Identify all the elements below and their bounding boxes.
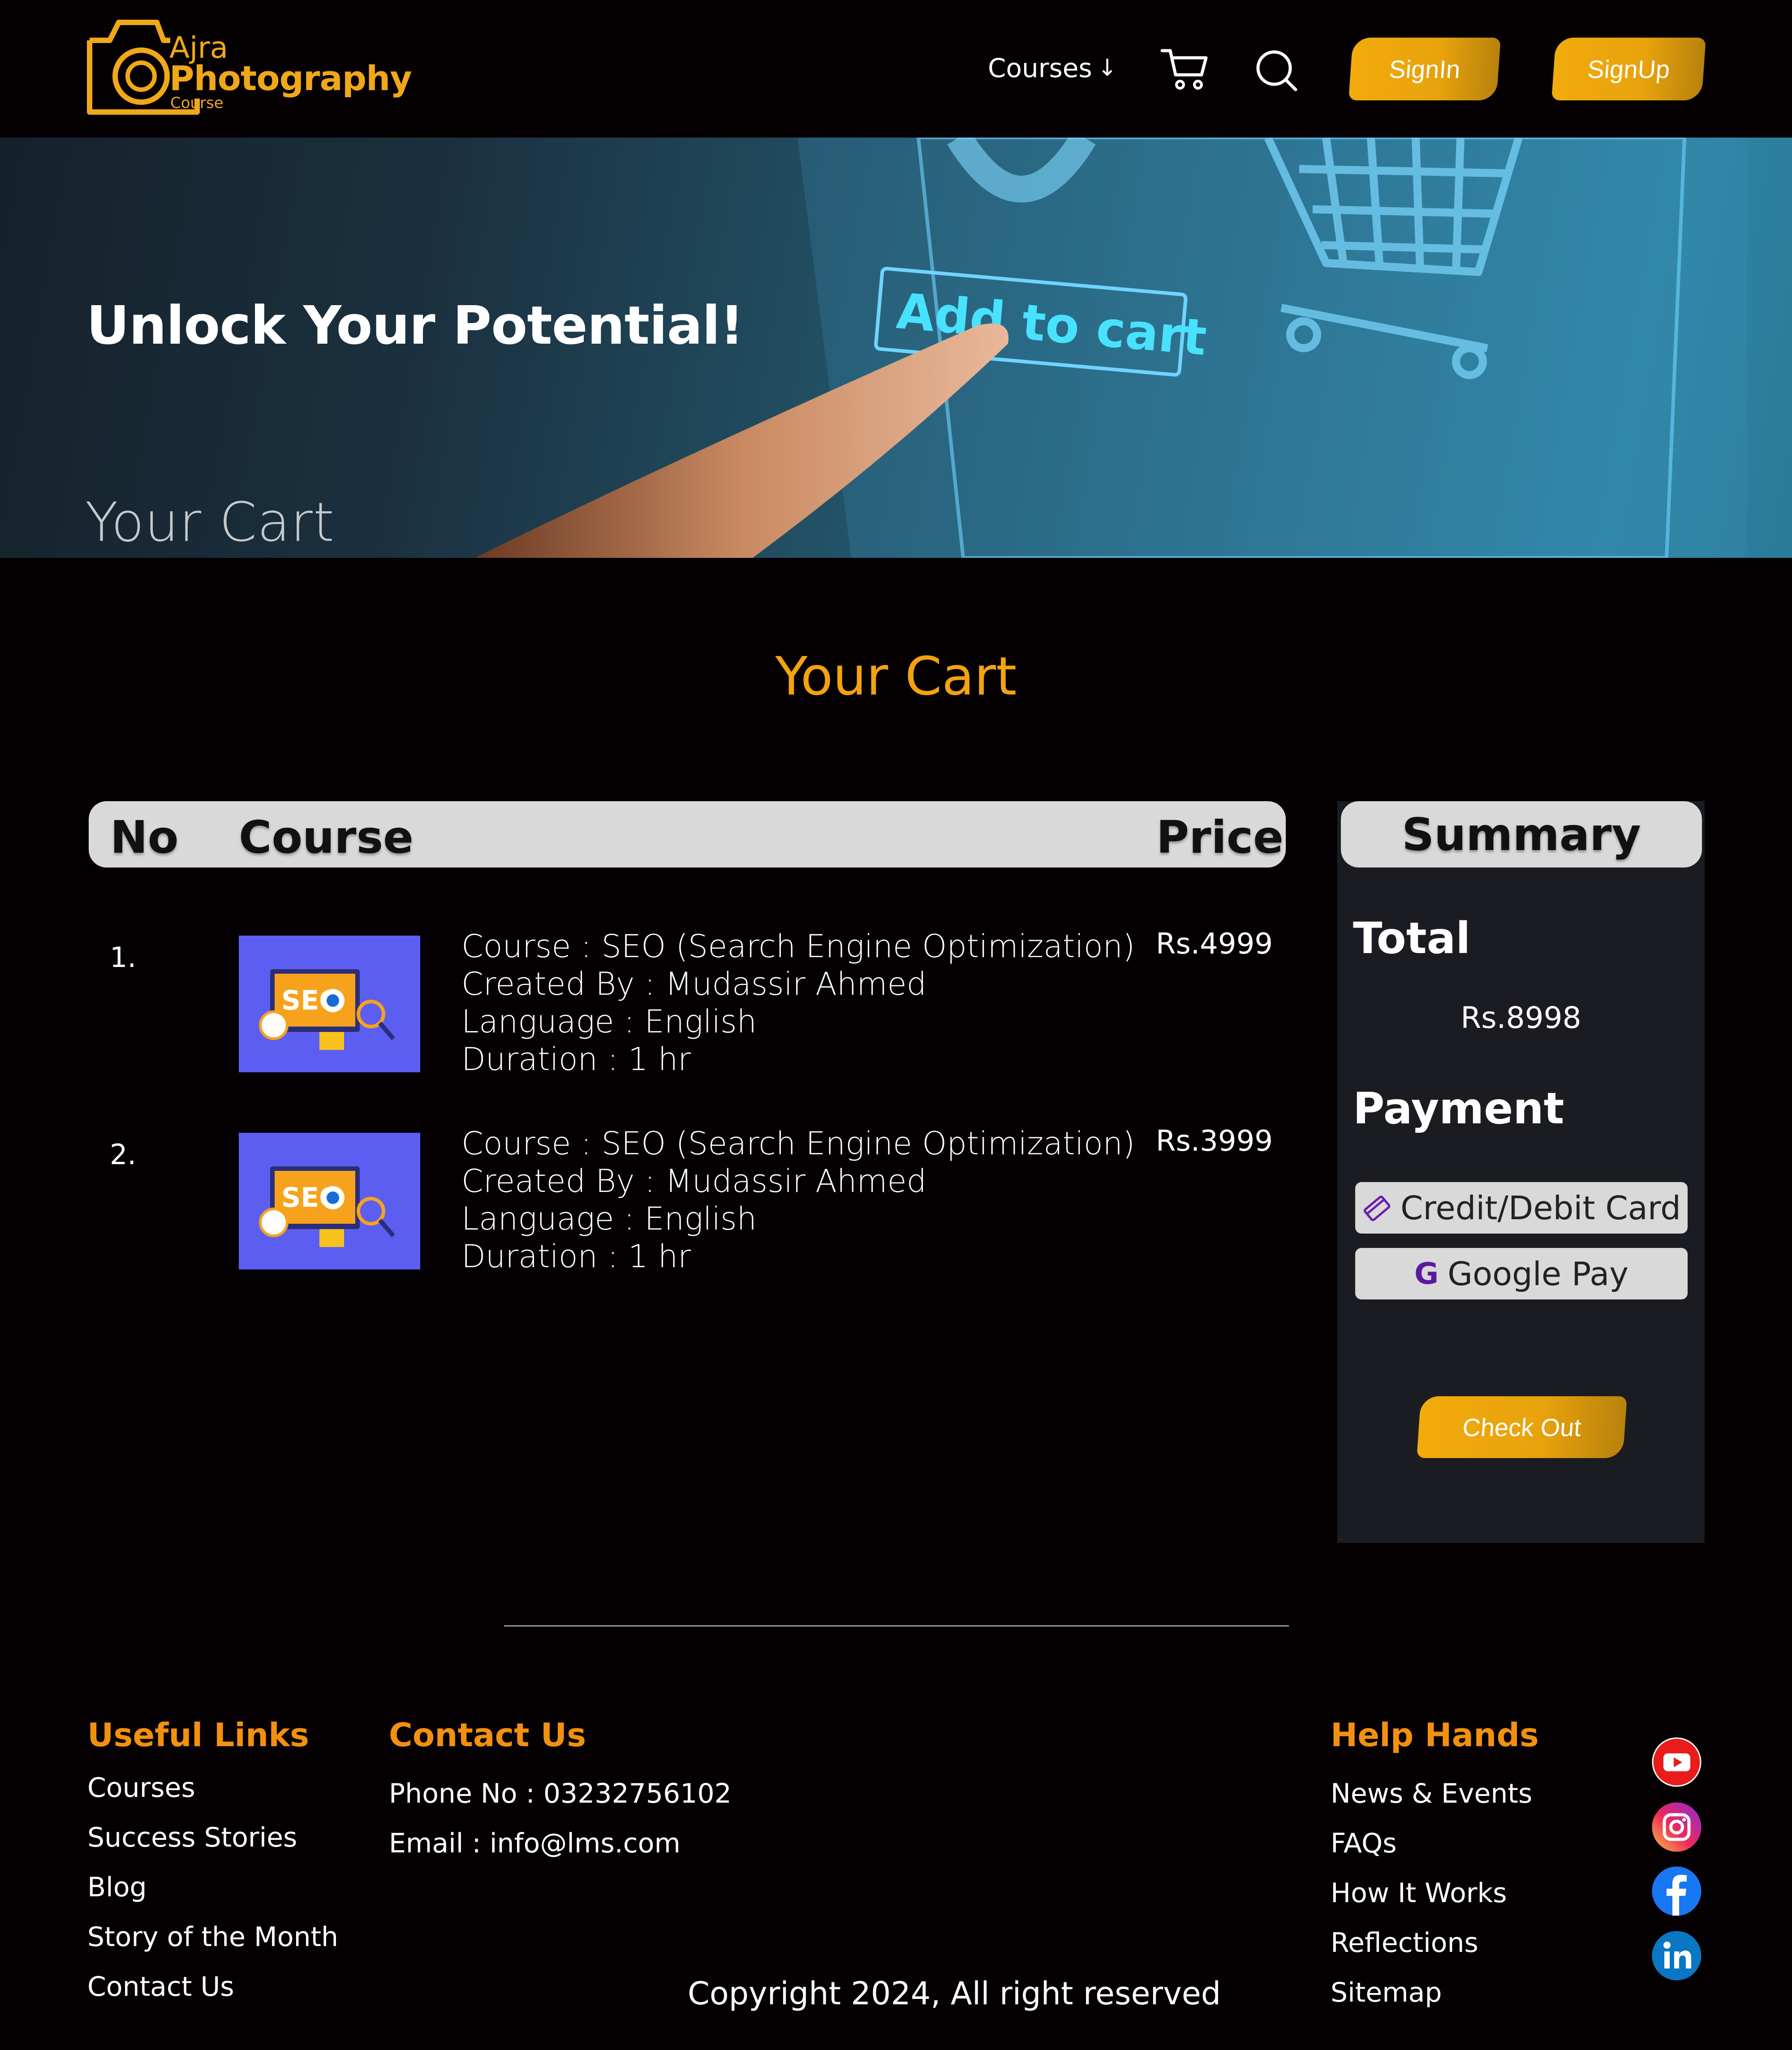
- column-header-course: Course: [239, 811, 414, 863]
- payment-option-google-pay[interactable]: G Google Pay: [1355, 1248, 1688, 1299]
- hero-title: Unlock Your Potential!: [86, 294, 744, 356]
- footer-link-contact-us[interactable]: Contact Us: [87, 1971, 338, 2021]
- site-logo[interactable]: Ajra Photography Course: [85, 9, 412, 125]
- logo-text-course: Course: [170, 94, 224, 112]
- signin-button[interactable]: SignIn: [1348, 38, 1501, 100]
- footer-link-courses[interactable]: Courses: [87, 1772, 338, 1822]
- row-number: 2.: [110, 1138, 137, 1171]
- summary-title: Summary: [1402, 808, 1641, 861]
- course-author: Created By : Mudassir Ahmed: [461, 1163, 927, 1200]
- footer-heading-help: Help Hands: [1331, 1716, 1539, 1754]
- footer-link-story-of-the-month[interactable]: Story of the Month: [87, 1921, 338, 1971]
- footer-divider: [504, 1625, 1289, 1627]
- row-number: 1.: [110, 941, 137, 974]
- arrow-down-icon: ↓: [1097, 55, 1117, 82]
- course-price: Rs.4999: [1156, 928, 1273, 961]
- card-icon: [1362, 1195, 1391, 1221]
- footer-useful-links: Courses Success Stories Blog Story of th…: [87, 1772, 338, 2021]
- course-name[interactable]: Course : SEO (Search Engine Optimization…: [461, 928, 1135, 965]
- payment-label: Payment: [1353, 1083, 1564, 1134]
- checkout-button[interactable]: Check Out: [1417, 1396, 1627, 1458]
- total-label: Total: [1353, 913, 1471, 963]
- course-duration: Duration : 1 hr: [461, 1041, 691, 1078]
- linkedin-icon[interactable]: [1651, 1930, 1702, 1981]
- signup-button[interactable]: SignUp: [1551, 38, 1706, 100]
- footer-heading-contact: Contact Us: [389, 1716, 586, 1754]
- column-header-price: Price: [1156, 811, 1284, 863]
- google-icon: G: [1414, 1256, 1439, 1291]
- search-icon[interactable]: [1254, 48, 1299, 93]
- footer-heading-useful-links: Useful Links: [87, 1716, 310, 1754]
- course-duration: Duration : 1 hr: [461, 1238, 691, 1275]
- footer-link-reflections[interactable]: Reflections: [1331, 1927, 1532, 1977]
- course-language: Language : English: [461, 1003, 757, 1040]
- footer-contact-info: Phone No : 03232756102 Email : info@lms.…: [389, 1778, 732, 1877]
- cart-table-header: No Course Price: [89, 801, 1286, 867]
- total-value: Rs.8998: [1460, 1001, 1581, 1035]
- footer-link-news-events[interactable]: News & Events: [1331, 1778, 1532, 1828]
- cart-row: 1. SEO Course : SEO (Search Engine Optim…: [0, 928, 1299, 1078]
- hero-subtitle: Your Cart: [85, 492, 335, 554]
- payment-option-card[interactable]: Credit/Debit Card: [1355, 1182, 1688, 1234]
- payment-option-label: Credit/Debit Card: [1400, 1189, 1681, 1227]
- course-thumbnail[interactable]: SEO: [239, 936, 420, 1072]
- order-summary-panel: Summary Total Rs.8998 Payment Credit/Deb…: [1337, 801, 1705, 1543]
- nav-courses-dropdown[interactable]: Courses ↓: [988, 53, 1117, 83]
- summary-header: Summary: [1341, 801, 1702, 867]
- footer-link-sitemap[interactable]: Sitemap: [1331, 1977, 1532, 2027]
- footer-link-faqs[interactable]: FAQs: [1331, 1828, 1532, 1877]
- course-name[interactable]: Course : SEO (Search Engine Optimization…: [461, 1125, 1135, 1162]
- cart-icon[interactable]: [1160, 47, 1210, 92]
- youtube-icon[interactable]: [1651, 1736, 1702, 1788]
- site-header: Ajra Photography Course Courses ↓ SignIn…: [0, 0, 1792, 138]
- footer-link-blog[interactable]: Blog: [87, 1872, 338, 1921]
- page-title: Your Cart: [775, 645, 1017, 707]
- footer-link-how-it-works[interactable]: How It Works: [1331, 1877, 1532, 1927]
- payment-option-label: Google Pay: [1447, 1255, 1628, 1293]
- contact-phone: Phone No : 03232756102: [389, 1778, 732, 1809]
- logo-text-photography: Photography: [169, 58, 412, 98]
- cart-row: 2. SEO Course : SEO (Search Engine Optim…: [0, 1125, 1299, 1275]
- footer-link-success-stories[interactable]: Success Stories: [87, 1822, 338, 1872]
- course-thumbnail[interactable]: SEO: [239, 1133, 420, 1269]
- course-details: Course : SEO (Search Engine Optimization…: [461, 928, 1135, 1078]
- course-price: Rs.3999: [1156, 1125, 1273, 1158]
- column-header-no: No: [110, 811, 179, 863]
- copyright-text: Copyright 2024, All right reserved: [688, 1975, 1221, 2012]
- nav-courses-label: Courses: [988, 53, 1092, 83]
- instagram-icon[interactable]: [1651, 1801, 1702, 1853]
- contact-email: Email : info@lms.com: [389, 1828, 681, 1859]
- hero-banner: Add to cart Unlock Your Potential! Your …: [0, 138, 1792, 558]
- course-author: Created By : Mudassir Ahmed: [461, 966, 927, 1002]
- course-language: Language : English: [461, 1200, 757, 1237]
- course-details: Course : SEO (Search Engine Optimization…: [461, 1125, 1135, 1275]
- facebook-icon[interactable]: [1651, 1865, 1702, 1917]
- footer-help-links: News & Events FAQs How It Works Reflecti…: [1331, 1778, 1532, 2027]
